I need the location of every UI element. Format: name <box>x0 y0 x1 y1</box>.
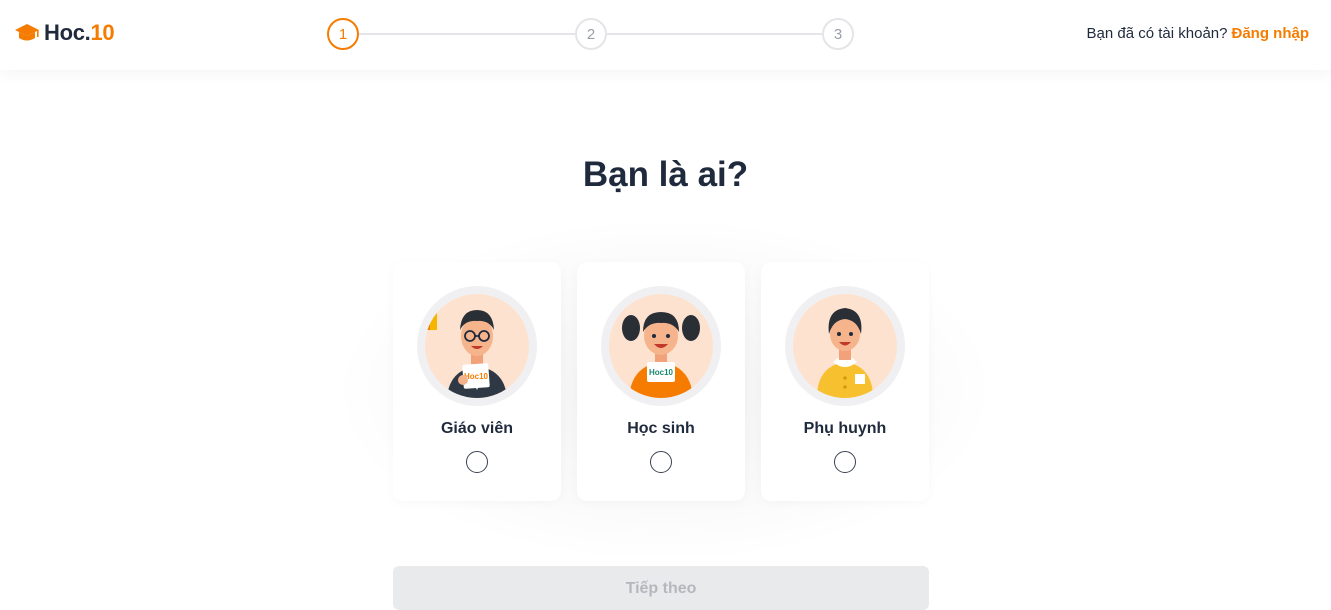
student-badge-text: Hoc10 <box>649 368 674 377</box>
step-2: 2 <box>575 18 607 50</box>
page-title: Bạn là ai? <box>582 155 749 194</box>
avatar-frame <box>785 286 905 406</box>
role-card-student[interactable]: Hoc10 Học sinh <box>577 262 745 501</box>
step-1: 1 <box>327 18 359 50</box>
parent-avatar-icon <box>793 294 897 398</box>
hoc10-logo[interactable]: Hoc. 10 <box>14 19 115 47</box>
role-radio-student[interactable] <box>650 451 672 473</box>
role-label-teacher: Giáo viên <box>440 420 514 437</box>
step-connector <box>607 33 822 35</box>
login-link[interactable]: Đăng nhập <box>1232 25 1310 42</box>
role-label-student: Học sinh <box>627 420 695 437</box>
step-connector <box>359 33 575 35</box>
graduation-cap-icon <box>15 24 39 41</box>
avatar-frame: Hoc10 <box>417 286 537 406</box>
logo-text: Hoc. <box>44 20 91 45</box>
student-avatar-icon: Hoc10 <box>609 294 713 398</box>
login-prompt: Bạn đã có tài khoản? <box>1086 25 1228 42</box>
role-card-parent[interactable]: Phụ huynh <box>761 262 929 501</box>
login-area: Bạn đã có tài khoản? Đăng nhập <box>1087 25 1309 42</box>
role-card-teacher[interactable]: Hoc10 Giáo viên <box>393 262 561 501</box>
teacher-avatar-icon: Hoc10 <box>425 294 529 398</box>
signup-stepper: 1 2 3 <box>327 18 855 50</box>
role-label-parent: Phụ huynh <box>803 420 887 437</box>
step-3: 3 <box>822 18 854 50</box>
avatar-frame: Hoc10 <box>601 286 721 406</box>
role-radio-parent[interactable] <box>834 451 856 473</box>
continue-button[interactable]: Tiếp theo <box>393 566 929 610</box>
role-radio-teacher[interactable] <box>466 451 488 473</box>
logo-number: 10 <box>90 20 115 45</box>
top-header: Hoc. 10 1 2 3 Bạn đã có tài khoản? Đăng nh… <box>0 0 1331 70</box>
